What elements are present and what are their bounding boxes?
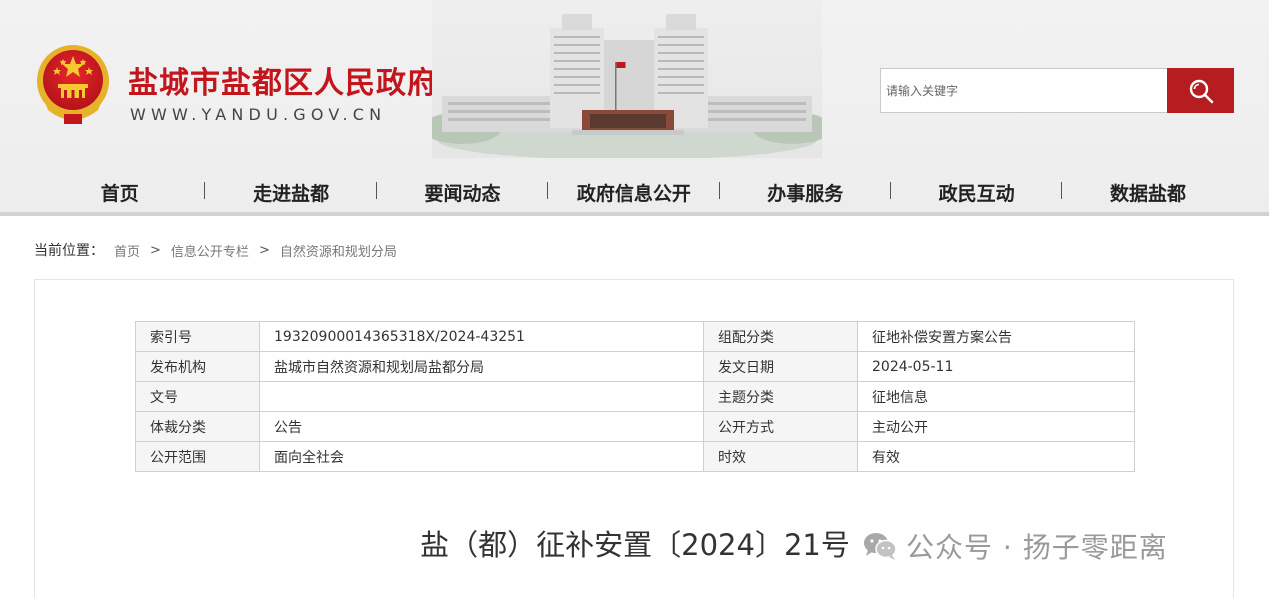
watermark-text: 公众号 · 扬子零距离 [906, 531, 1168, 564]
nav-item-label: 政民互动 [938, 182, 1015, 205]
breadcrumb: 当前位置： 首页 > 信息公开专栏 > 自然资源和规划分局 [34, 240, 397, 260]
nav-item-label: 首页 [100, 182, 139, 205]
nav-item-label: 走进盐都 [253, 182, 330, 205]
breadcrumb-label: 当前位置： [34, 243, 104, 259]
nav-item-label: 数据盐都 [1110, 182, 1187, 205]
nav-item-gov-info-disclosure[interactable]: 政府信息公开 [548, 172, 720, 212]
wechat-icon [864, 533, 897, 560]
breadcrumb-separator: > [258, 242, 270, 258]
nav-item-label: 政府信息公开 [576, 182, 691, 205]
meta-key: 时效 [703, 441, 858, 472]
meta-key: 组配分类 [703, 321, 858, 352]
breadcrumb-link-natural-resources[interactable]: 自然资源和规划分局 [280, 241, 397, 260]
meta-key: 文号 [135, 381, 260, 412]
meta-value: 征地信息 [857, 381, 1135, 412]
meta-key: 发布机构 [135, 351, 260, 382]
search-button[interactable] [1167, 68, 1234, 113]
breadcrumb-link-home[interactable]: 首页 [114, 241, 140, 260]
table-row: 索引号 19320900014365318X/2024-43251 组配分类 征… [135, 321, 1135, 352]
table-row: 发布机构 盐城市自然资源和规划局盐都分局 发文日期 2024-05-11 [135, 351, 1135, 382]
meta-value: 有效 [857, 441, 1135, 472]
meta-value: 盐城市自然资源和规划局盐都分局 [259, 351, 704, 382]
meta-key: 体裁分类 [135, 411, 260, 442]
meta-key: 主题分类 [703, 381, 858, 412]
meta-value: 征地补偿安置方案公告 [857, 321, 1135, 352]
meta-key: 发文日期 [703, 351, 858, 382]
table-row: 文号 主题分类 征地信息 [135, 381, 1135, 412]
nav-item-label: 办事服务 [767, 182, 844, 205]
meta-value: 主动公开 [857, 411, 1135, 442]
main-nav: 首页 走进盐都 要闻动态 政府信息公开 办事服务 政民互动 数据盐都 [34, 172, 1234, 212]
nav-item-about-yandu[interactable]: 走进盐都 [205, 172, 377, 212]
search-box [880, 68, 1234, 113]
meta-key: 公开范围 [135, 441, 260, 472]
nav-item-data-yandu[interactable]: 数据盐都 [1062, 172, 1233, 212]
search-input[interactable] [880, 68, 1167, 113]
meta-value [259, 381, 704, 412]
nav-item-services[interactable]: 办事服务 [720, 172, 891, 212]
search-icon [1189, 79, 1213, 103]
nav-item-label: 要闻动态 [424, 182, 501, 205]
meta-value: 公告 [259, 411, 704, 442]
nav-item-interaction[interactable]: 政民互动 [891, 172, 1063, 212]
meta-key: 公开方式 [703, 411, 858, 442]
nav-item-home[interactable]: 首页 [34, 172, 206, 212]
table-row: 体裁分类 公告 公开方式 主动公开 [135, 411, 1135, 442]
meta-key: 索引号 [135, 321, 260, 352]
table-row: 公开范围 面向全社会 时效 有效 [135, 441, 1135, 472]
document-metadata-table: 索引号 19320900014365318X/2024-43251 组配分类 征… [135, 321, 1135, 472]
wechat-watermark: 公众号 · 扬子零距离 [862, 526, 1168, 566]
site-title: 盐城市盐都区人民政府 [128, 66, 438, 101]
breadcrumb-separator: > [150, 242, 161, 258]
nav-item-news[interactable]: 要闻动态 [377, 172, 549, 212]
meta-value: 2024-05-11 [857, 351, 1135, 382]
meta-value: 19320900014365318X/2024-43251 [259, 321, 704, 352]
national-emblem-icon [37, 45, 109, 124]
site-domain: WWW.YANDU.GOV.CN [130, 105, 387, 124]
site-header: 盐城市盐都区人民政府 WWW.YANDU.GOV.CN 请输入关键字 首页 走进… [0, 0, 1269, 216]
government-building-illustration [432, 0, 822, 158]
breadcrumb-link-info-column[interactable]: 信息公开专栏 [171, 241, 249, 260]
meta-value: 面向全社会 [259, 441, 704, 472]
